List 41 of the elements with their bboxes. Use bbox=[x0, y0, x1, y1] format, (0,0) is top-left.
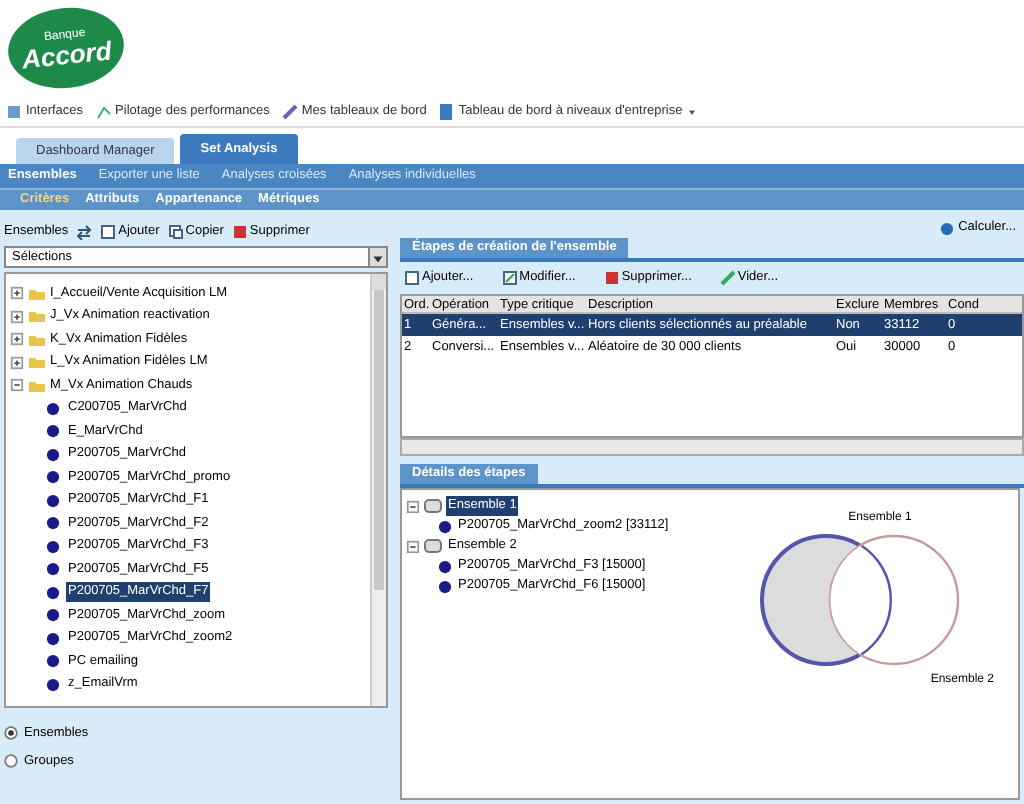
radio-button[interactable] bbox=[4, 726, 18, 741]
dot-icon bbox=[46, 562, 60, 577]
collapse-icon bbox=[406, 499, 420, 513]
copy-icon bbox=[167, 224, 184, 240]
dot-icon bbox=[46, 585, 60, 600]
dot-icon bbox=[46, 470, 60, 485]
set-icon bbox=[424, 498, 442, 514]
dot-icon bbox=[46, 608, 60, 623]
dot-icon bbox=[46, 401, 60, 416]
dot-icon bbox=[46, 424, 60, 439]
delete-icon bbox=[603, 270, 620, 286]
dot-icon bbox=[46, 654, 60, 669]
swap-icon bbox=[76, 224, 93, 240]
dot-icon bbox=[46, 539, 60, 554]
expand-icon[interactable] bbox=[10, 286, 24, 301]
dot-icon bbox=[46, 493, 60, 508]
page-icon bbox=[100, 224, 117, 240]
toolbar-icon bbox=[281, 103, 298, 119]
dot-icon bbox=[46, 516, 60, 531]
scrollbar[interactable] bbox=[370, 274, 386, 706]
expand-icon[interactable] bbox=[10, 309, 24, 324]
expand-icon[interactable] bbox=[10, 332, 24, 347]
page-icon bbox=[404, 270, 420, 286]
caret-icon bbox=[372, 251, 384, 263]
set-icon bbox=[424, 538, 442, 554]
dot-icon bbox=[46, 447, 60, 462]
delete-icon bbox=[231, 224, 248, 240]
dot-icon bbox=[438, 559, 452, 573]
dot-icon bbox=[46, 631, 60, 646]
toolbar-icon bbox=[95, 103, 112, 119]
radio-button[interactable] bbox=[4, 754, 18, 769]
scrollbar[interactable] bbox=[400, 438, 1024, 456]
dot-icon bbox=[438, 519, 452, 533]
toolbar-icon bbox=[6, 103, 22, 119]
collapse-icon[interactable] bbox=[10, 378, 24, 393]
collapse-icon bbox=[406, 539, 420, 553]
edit-icon bbox=[501, 270, 518, 286]
dot-icon bbox=[438, 579, 452, 593]
toolbar-icon bbox=[438, 103, 455, 119]
dot-icon bbox=[46, 677, 60, 692]
expand-icon[interactable] bbox=[10, 355, 24, 370]
